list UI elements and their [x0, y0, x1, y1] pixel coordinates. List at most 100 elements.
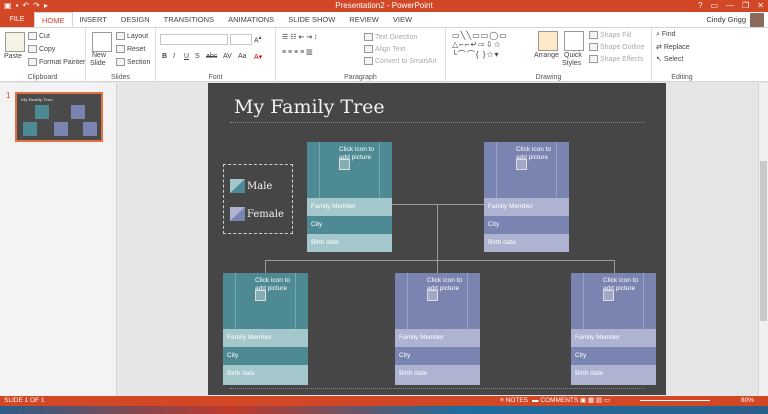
paste-icon[interactable]	[5, 32, 25, 52]
quick-styles-button[interactable]: Quick	[564, 52, 582, 59]
shape-fill-button[interactable]: Shape Fill	[589, 31, 631, 39]
font-color-icon[interactable]: A▾	[254, 53, 262, 61]
new-slide-label[interactable]: Slide	[90, 60, 106, 67]
picture-placeholder[interactable]: Click icon to add picture	[223, 273, 308, 329]
tab-transitions[interactable]: TRANSITIONS	[157, 12, 221, 27]
font-name-dropdown[interactable]	[160, 34, 228, 45]
birth-date-field[interactable]: Birth date	[223, 365, 308, 385]
strikethrough-button[interactable]: abc	[206, 53, 217, 60]
bullets-icon[interactable]: ☰ ☷ ⇤ ⇥ ↕	[282, 33, 318, 41]
zoom-level[interactable]: 80%	[741, 396, 754, 406]
find-button[interactable]: ⌕ Find	[656, 31, 676, 39]
arrange-icon[interactable]	[538, 31, 558, 51]
tab-view[interactable]: VIEW	[386, 12, 419, 27]
tab-design[interactable]: DESIGN	[114, 12, 157, 27]
city-field[interactable]: City	[571, 347, 656, 365]
vertical-scrollbar[interactable]	[758, 83, 768, 396]
picture-icon[interactable]	[516, 159, 527, 170]
close-icon[interactable]: ✕	[757, 0, 764, 12]
picture-icon[interactable]	[427, 290, 438, 301]
view-buttons[interactable]: ▣ ▦ ▤ ▭	[580, 396, 610, 406]
align-icons[interactable]: ≡ ≡ ≡ ≡ ▥	[282, 48, 313, 56]
birth-date-field[interactable]: Birth date	[307, 234, 392, 252]
tab-animations[interactable]: ANIMATIONS	[221, 12, 281, 27]
grow-font-icon[interactable]: A▴	[254, 35, 262, 44]
reset-button[interactable]: Reset	[116, 45, 145, 53]
help-icon[interactable]: ?	[698, 0, 702, 12]
convert-smartart-button[interactable]: Convert to SmartArt	[364, 57, 437, 65]
slide-canvas[interactable]: My Family Tree Male Female Click icon to…	[208, 83, 666, 395]
birth-date-field[interactable]: Birth date	[395, 365, 480, 385]
family-member-field[interactable]: Family Member	[395, 329, 480, 347]
undo-icon[interactable]: ↶	[22, 1, 29, 11]
layout-button[interactable]: Layout	[116, 32, 148, 40]
family-card-male[interactable]: Click icon to add picture Family Member …	[223, 273, 308, 385]
replace-button[interactable]: ⇄ Replace	[656, 43, 690, 51]
align-text-button[interactable]: Align Text	[364, 45, 405, 53]
underline-button[interactable]: U	[184, 53, 189, 60]
tab-review[interactable]: REVIEW	[342, 12, 386, 27]
ribbon-display-icon[interactable]: ▭	[711, 0, 719, 12]
italic-button[interactable]: I	[173, 53, 175, 60]
family-member-field[interactable]: Family Member	[484, 198, 569, 216]
shapes-gallery[interactable]: ▭╲╲▭▭◯▭ △⌐⌐↵⇨⇩☆ ╰⌒⌒{ }☆▾	[452, 31, 508, 60]
save-icon[interactable]: ▪	[16, 1, 19, 11]
zoom-slider[interactable]	[640, 400, 710, 401]
picture-placeholder[interactable]: Click icon to add picture	[307, 142, 392, 198]
minimize-icon[interactable]: —	[726, 0, 734, 12]
city-field[interactable]: City	[395, 347, 480, 365]
redo-icon[interactable]: ↷	[33, 1, 40, 11]
tab-home[interactable]: HOME	[34, 12, 73, 27]
tab-insert[interactable]: INSERT	[73, 12, 114, 27]
legend-box[interactable]: Male Female	[223, 164, 293, 234]
picture-icon[interactable]	[339, 159, 350, 170]
comments-button[interactable]: ▬ COMMENTS	[532, 396, 578, 406]
shape-outline-button[interactable]: Shape Outline	[589, 43, 644, 51]
restore-icon[interactable]: ❐	[742, 0, 749, 12]
change-case-button[interactable]: Aa	[238, 53, 247, 60]
tab-file[interactable]: FILE	[0, 12, 34, 27]
city-field[interactable]: City	[484, 216, 569, 234]
slide-title[interactable]: My Family Tree	[234, 96, 385, 118]
character-spacing-button[interactable]: AV	[223, 53, 232, 60]
new-slide-icon[interactable]	[92, 32, 112, 52]
format-painter-button[interactable]: Format Painter	[28, 58, 85, 66]
avatar[interactable]	[750, 13, 764, 27]
family-card-female[interactable]: Click icon to add picture Family Member …	[395, 273, 480, 385]
text-direction-button[interactable]: Text Direction	[364, 33, 417, 41]
user-name[interactable]: Cindy Grigg	[706, 12, 746, 28]
family-member-field[interactable]: Family Member	[307, 198, 392, 216]
birth-date-field[interactable]: Birth date	[571, 365, 656, 385]
city-field[interactable]: City	[307, 216, 392, 234]
scrollbar-thumb[interactable]	[760, 161, 767, 321]
quick-styles-icon[interactable]	[564, 31, 584, 51]
cut-button[interactable]: Cut	[28, 32, 50, 40]
bold-button[interactable]: B	[162, 53, 167, 60]
tab-slide-show[interactable]: SLIDE SHOW	[281, 12, 342, 27]
picture-placeholder[interactable]: Click icon to add picture	[571, 273, 656, 329]
slide-thumbnail[interactable]: My Family Tree	[15, 92, 103, 142]
paste-button[interactable]: Paste	[4, 53, 22, 60]
shape-effects-button[interactable]: Shape Effects	[589, 55, 643, 63]
notes-button[interactable]: ≡ NOTES	[500, 396, 528, 406]
family-card-female[interactable]: Click icon to add picture Family Member …	[571, 273, 656, 385]
family-member-field[interactable]: Family Member	[223, 329, 308, 347]
quick-styles-label[interactable]: Styles	[562, 60, 581, 67]
city-field[interactable]: City	[223, 347, 308, 365]
arrange-button[interactable]: Arrange	[534, 52, 559, 59]
copy-button[interactable]: Copy	[28, 45, 55, 53]
select-button[interactable]: ↖ Select	[656, 55, 683, 63]
family-card-female[interactable]: Click icon to add picture Family Member …	[484, 142, 569, 254]
shadow-button[interactable]: S	[195, 53, 200, 60]
picture-icon[interactable]	[255, 290, 266, 301]
family-card-male[interactable]: Click icon to add picture Family Member …	[307, 142, 392, 254]
picture-placeholder[interactable]: Click icon to add picture	[484, 142, 569, 198]
section-button[interactable]: Section	[116, 58, 150, 66]
font-size-dropdown[interactable]	[230, 34, 252, 45]
family-member-field[interactable]: Family Member	[571, 329, 656, 347]
new-slide-button[interactable]: New	[92, 52, 106, 59]
birth-date-field[interactable]: Birth date	[484, 234, 569, 252]
picture-placeholder[interactable]: Click icon to add picture	[395, 273, 480, 329]
start-from-beginning-icon[interactable]: ▸	[44, 1, 48, 11]
picture-icon[interactable]	[603, 290, 614, 301]
